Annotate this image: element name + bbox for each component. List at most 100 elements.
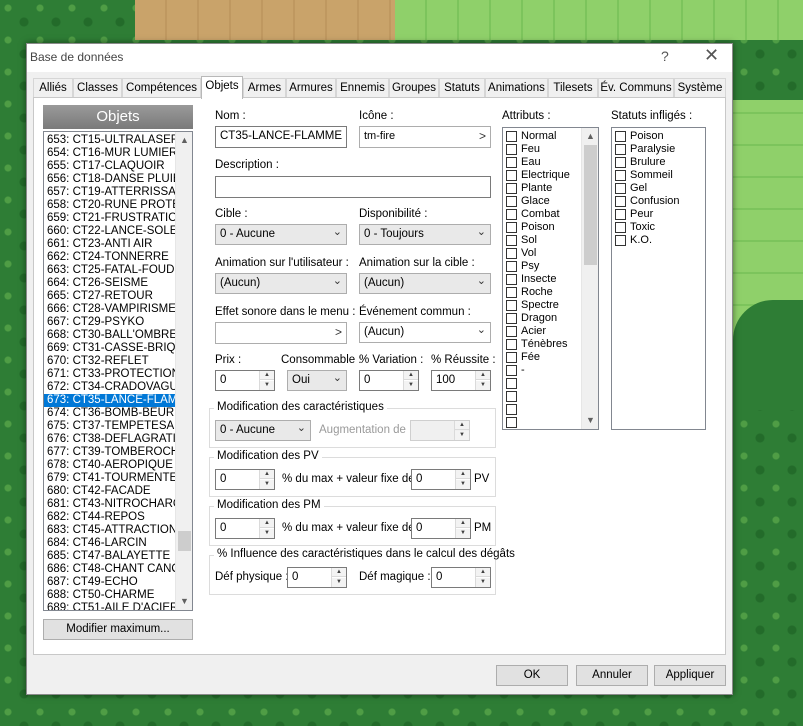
spin-down-icon[interactable]: ▼ bbox=[332, 578, 346, 587]
tab-classes[interactable]: Classes bbox=[73, 78, 122, 98]
tab-allies[interactable]: Alliés bbox=[33, 78, 73, 98]
list-item[interactable]: 660: CT22-LANCE-SOLEIL bbox=[44, 225, 175, 238]
disponibilite-select[interactable]: 0 - Toujours ⌄ bbox=[359, 224, 491, 245]
tab-ennemis[interactable]: Ennemis bbox=[336, 78, 389, 98]
spinner-arrows[interactable]: ▲ ▼ bbox=[403, 371, 418, 390]
attributes-item[interactable]: Glace bbox=[503, 195, 581, 208]
attributes-item[interactable]: Feu bbox=[503, 143, 581, 156]
list-item[interactable]: 671: CT33-PROTECTION bbox=[44, 368, 175, 381]
list-item[interactable]: 688: CT50-CHARME bbox=[44, 589, 175, 602]
statuses-item[interactable]: Paralysie bbox=[612, 143, 705, 156]
checkbox[interactable] bbox=[615, 235, 626, 246]
augmentation-spinner[interactable]: ▲ ▼ bbox=[410, 420, 470, 441]
spinner-arrows[interactable]: ▲ ▼ bbox=[259, 371, 274, 390]
list-item[interactable]: 664: CT26-SEISME bbox=[44, 277, 175, 290]
list-item[interactable]: 673: CT35-LANCE-FLAMM bbox=[44, 394, 175, 407]
def-mag-spinner[interactable]: 0 ▲ ▼ bbox=[431, 567, 491, 588]
anim-target-select[interactable]: (Aucun) ⌄ bbox=[359, 273, 491, 294]
spin-down-icon[interactable]: ▼ bbox=[260, 381, 274, 390]
list-item[interactable]: 684: CT46-LARCIN bbox=[44, 537, 175, 550]
attributes-item[interactable]: Poison bbox=[503, 221, 581, 234]
checkbox[interactable] bbox=[506, 274, 517, 285]
checkbox[interactable] bbox=[506, 131, 517, 142]
tab-competences[interactable]: Compétences bbox=[122, 78, 201, 98]
spin-up-icon[interactable]: ▲ bbox=[260, 371, 274, 380]
list-item[interactable]: 665: CT27-RETOUR bbox=[44, 290, 175, 303]
attributes-item[interactable] bbox=[503, 416, 581, 429]
sound-picker[interactable]: > bbox=[215, 322, 347, 344]
pm-fixed-spinner[interactable]: 0 ▲ ▼ bbox=[411, 518, 471, 539]
list-scrollbar[interactable]: ▲ ▼ bbox=[175, 132, 192, 610]
list-item[interactable]: 666: CT28-VAMPIRISME bbox=[44, 303, 175, 316]
spin-up-icon[interactable]: ▲ bbox=[455, 421, 469, 430]
statuses-item[interactable]: Peur bbox=[612, 208, 705, 221]
checkbox[interactable] bbox=[506, 209, 517, 220]
attributes-item[interactable]: Spectre bbox=[503, 299, 581, 312]
tab-systeme[interactable]: Système bbox=[674, 78, 726, 98]
def-phys-spinner[interactable]: 0 ▲ ▼ bbox=[287, 567, 347, 588]
spin-down-icon[interactable]: ▼ bbox=[260, 529, 274, 538]
anim-user-select[interactable]: (Aucun) ⌄ bbox=[215, 273, 347, 294]
spin-up-icon[interactable]: ▲ bbox=[456, 519, 470, 528]
list-item[interactable]: 668: CT30-BALL'OMBRE bbox=[44, 329, 175, 342]
list-item[interactable]: 680: CT42-FACADE bbox=[44, 485, 175, 498]
checkbox[interactable] bbox=[506, 378, 517, 389]
list-item[interactable]: 672: CT34-CRADOVAGUE bbox=[44, 381, 175, 394]
checkbox[interactable] bbox=[506, 261, 517, 272]
list-item[interactable]: 656: CT18-DANSE PLUIE bbox=[44, 173, 175, 186]
variation-spinner[interactable]: 0 ▲ ▼ bbox=[359, 370, 419, 391]
list-item[interactable]: 687: CT49-ECHO bbox=[44, 576, 175, 589]
spin-down-icon[interactable]: ▼ bbox=[456, 529, 470, 538]
spinner-arrows[interactable]: ▲ ▼ bbox=[259, 519, 274, 538]
list-item[interactable]: 676: CT38-DEFLAGRATIO bbox=[44, 433, 175, 446]
attributes-item[interactable] bbox=[503, 390, 581, 403]
ok-button[interactable]: OK bbox=[496, 665, 568, 686]
list-item[interactable]: 661: CT23-ANTI AIR bbox=[44, 238, 175, 251]
list-item[interactable]: 682: CT44-REPOS bbox=[44, 511, 175, 524]
checkbox[interactable] bbox=[506, 339, 517, 350]
checkbox[interactable] bbox=[615, 131, 626, 142]
close-icon[interactable]: ✕ bbox=[704, 45, 719, 66]
attributes-item[interactable]: Normal bbox=[503, 130, 581, 143]
list-item[interactable]: 679: CT41-TOURMENTE bbox=[44, 472, 175, 485]
attributes-item[interactable]: Psy bbox=[503, 260, 581, 273]
attributes-item[interactable]: Roche bbox=[503, 286, 581, 299]
common-event-select[interactable]: (Aucun) ⌄ bbox=[359, 322, 491, 343]
tab-animations[interactable]: Animations bbox=[485, 78, 548, 98]
spin-up-icon[interactable]: ▲ bbox=[456, 470, 470, 479]
list-item[interactable]: 653: CT15-ULTRALASER bbox=[44, 134, 175, 147]
list-item[interactable]: 669: CT31-CASSE-BRIQUI bbox=[44, 342, 175, 355]
spin-down-icon[interactable]: ▼ bbox=[476, 381, 490, 390]
spinner-arrows[interactable]: ▲ ▼ bbox=[259, 470, 274, 489]
scroll-down-icon[interactable]: ▼ bbox=[582, 412, 598, 429]
attributes-item[interactable]: Insecte bbox=[503, 273, 581, 286]
list-item[interactable]: 678: CT40-AEROPIQUE bbox=[44, 459, 175, 472]
attributes-item[interactable] bbox=[503, 403, 581, 416]
attributes-item[interactable]: Fée bbox=[503, 351, 581, 364]
scroll-thumb[interactable] bbox=[178, 530, 191, 551]
spinner-arrows[interactable]: ▲ ▼ bbox=[475, 568, 490, 587]
help-icon[interactable]: ? bbox=[661, 48, 669, 64]
spinner-arrows[interactable]: ▲ ▼ bbox=[455, 470, 470, 489]
checkbox[interactable] bbox=[506, 391, 517, 402]
icon-picker[interactable]: tm-fire > bbox=[359, 126, 491, 148]
checkbox[interactable] bbox=[506, 300, 517, 311]
checkbox[interactable] bbox=[506, 404, 517, 415]
checkbox[interactable] bbox=[506, 417, 517, 428]
nom-field[interactable]: CT35-LANCE-FLAMME bbox=[215, 126, 347, 148]
list-item[interactable]: 655: CT17-CLAQUOIR bbox=[44, 160, 175, 173]
spin-down-icon[interactable]: ▼ bbox=[260, 480, 274, 489]
spin-up-icon[interactable]: ▲ bbox=[476, 371, 490, 380]
cancel-button[interactable]: Annuler bbox=[576, 665, 648, 686]
attributes-item[interactable]: Combat bbox=[503, 208, 581, 221]
pv-fixed-spinner[interactable]: 0 ▲ ▼ bbox=[411, 469, 471, 490]
spinner-arrows[interactable]: ▲ ▼ bbox=[475, 371, 490, 390]
spin-up-icon[interactable]: ▲ bbox=[332, 568, 346, 577]
attributes-item[interactable]: Ténèbres bbox=[503, 338, 581, 351]
checkbox[interactable] bbox=[615, 183, 626, 194]
list-item[interactable]: 677: CT39-TOMBEROCHE bbox=[44, 446, 175, 459]
checkbox[interactable] bbox=[506, 183, 517, 194]
spin-up-icon[interactable]: ▲ bbox=[404, 371, 418, 380]
checkbox[interactable] bbox=[506, 352, 517, 363]
list-item[interactable]: 659: CT21-FRUSTRATION bbox=[44, 212, 175, 225]
